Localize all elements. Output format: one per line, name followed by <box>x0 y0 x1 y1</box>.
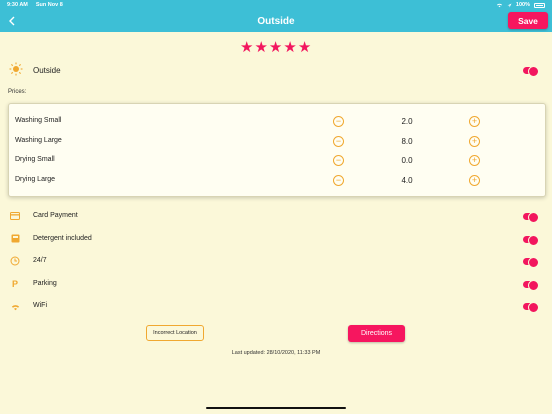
feature-label: Card Payment <box>33 212 78 219</box>
prices-card: Washing Small − 2.0 + Washing Large − 8.… <box>8 103 546 197</box>
card-payment-toggle[interactable] <box>523 212 539 223</box>
detergent-icon <box>10 234 20 243</box>
chevron-left-icon <box>9 16 15 26</box>
price-value: 8.0 <box>401 137 413 146</box>
price-row: Drying Small − 0.0 + <box>9 151 545 170</box>
clock-icon <box>10 256 20 266</box>
prices-label: Prices: <box>8 89 27 95</box>
battery-percent: 100% <box>515 2 530 8</box>
star-icon[interactable]: ★ <box>240 40 253 55</box>
price-value: 0.0 <box>401 156 413 165</box>
wifi-toggle[interactable] <box>523 302 539 313</box>
location-icon <box>507 3 512 7</box>
navigation-bar: Outside Save <box>0 10 552 32</box>
battery-icon <box>534 2 545 8</box>
status-date: Sun Nov 8 <box>35 2 63 8</box>
minus-circle-icon[interactable]: − <box>333 136 344 147</box>
price-name: Drying Small <box>15 156 55 163</box>
price-value: 2.0 <box>401 117 413 126</box>
star-icon[interactable]: ★ <box>283 40 296 55</box>
feature-label: WiFi <box>33 302 47 309</box>
status-bar: 9:30 AM Sun Nov 8 100% <box>0 0 552 10</box>
price-row: Drying Large − 4.0 + <box>9 171 545 190</box>
incorrect-location-button[interactable]: Incorrect Location <box>146 325 204 341</box>
minus-circle-icon[interactable]: − <box>333 155 344 166</box>
credit-card-icon <box>10 211 20 220</box>
wifi-signal-icon <box>496 3 502 8</box>
outside-label: Outside <box>33 66 61 75</box>
status-right: 100% <box>496 2 545 8</box>
open-24-7-toggle[interactable] <box>523 257 539 268</box>
save-button[interactable]: Save <box>508 12 548 29</box>
feature-label: Detergent included <box>33 235 92 242</box>
back-button[interactable] <box>6 14 18 28</box>
price-name: Drying Large <box>15 176 56 183</box>
minus-circle-icon[interactable]: − <box>333 175 344 186</box>
star-icon[interactable]: ★ <box>269 40 282 55</box>
page-title: Outside <box>257 15 295 27</box>
feature-label: 24/7 <box>33 257 47 264</box>
outside-toggle[interactable] <box>523 66 539 77</box>
detergent-toggle[interactable] <box>523 235 539 246</box>
last-updated-text: Last updated: 28/10/2020, 11:33 PM <box>231 350 321 356</box>
feature-label: Parking <box>33 280 57 287</box>
status-time: 9:30 AM <box>7 2 28 8</box>
star-icon[interactable]: ★ <box>298 40 311 55</box>
star-rating[interactable]: ★ ★ ★ ★ ★ <box>240 40 311 55</box>
parking-toggle[interactable] <box>523 280 539 291</box>
sun-icon <box>9 62 23 76</box>
price-row: Washing Large − 8.0 + <box>9 132 545 151</box>
plus-circle-icon[interactable]: + <box>469 155 480 166</box>
directions-button[interactable]: Directions <box>348 325 405 342</box>
home-indicator[interactable] <box>206 407 346 409</box>
plus-circle-icon[interactable]: + <box>469 116 480 127</box>
star-icon[interactable]: ★ <box>254 40 267 55</box>
price-row: Washing Small − 2.0 + <box>9 112 545 131</box>
price-value: 4.0 <box>401 176 413 185</box>
wifi-icon <box>10 302 21 311</box>
plus-circle-icon[interactable]: + <box>469 175 480 186</box>
minus-circle-icon[interactable]: − <box>333 116 344 127</box>
plus-circle-icon[interactable]: + <box>469 136 480 147</box>
price-name: Washing Small <box>15 117 62 124</box>
price-name: Washing Large <box>15 137 62 144</box>
parking-icon: P <box>11 279 18 289</box>
